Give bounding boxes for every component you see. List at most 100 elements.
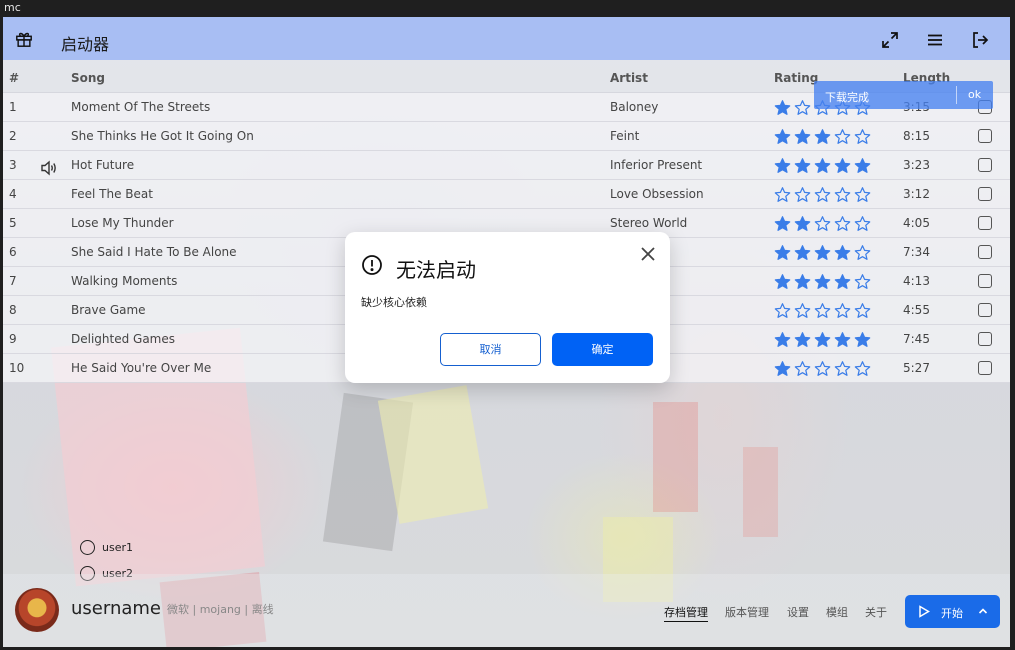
table-row[interactable]: 2 She Thinks He Got It Going On Feint 8:15 (3, 122, 1010, 151)
chevron-up-icon[interactable] (977, 605, 989, 617)
star-outline-icon[interactable] (814, 186, 831, 203)
star-outline-icon[interactable] (794, 360, 811, 377)
row-number: 1 (9, 100, 17, 114)
confirm-button[interactable]: 确定 (552, 333, 653, 366)
user-option[interactable]: user1 (80, 537, 133, 563)
star-filled-icon[interactable] (774, 273, 791, 290)
column-header-artist[interactable]: Artist (610, 60, 648, 96)
star-filled-icon[interactable] (794, 215, 811, 232)
row-checkbox[interactable] (978, 245, 992, 259)
star-filled-icon[interactable] (834, 331, 851, 348)
star-rating[interactable] (774, 267, 871, 296)
star-filled-icon[interactable] (814, 128, 831, 145)
table-row[interactable]: 3 Hot Future Inferior Present 3:23 (3, 151, 1010, 180)
row-number: 10 (9, 361, 25, 375)
app-window: 启动器 # Song Artist Rating Length 1 Moment… (3, 17, 1010, 647)
star-outline-icon[interactable] (854, 244, 871, 261)
radio-button[interactable] (80, 540, 95, 555)
start-button[interactable]: 开始 (905, 595, 1000, 628)
star-outline-icon[interactable] (794, 186, 811, 203)
song-title: Delighted Games (71, 332, 176, 346)
row-checkbox[interactable] (978, 361, 992, 375)
row-checkbox[interactable] (978, 129, 992, 143)
star-filled-icon[interactable] (814, 273, 831, 290)
star-rating[interactable] (774, 238, 871, 267)
star-filled-icon[interactable] (794, 331, 811, 348)
star-rating[interactable] (774, 325, 871, 354)
nav-about[interactable]: 关于 (865, 604, 887, 620)
star-rating[interactable] (774, 151, 871, 180)
star-outline-icon[interactable] (794, 302, 811, 319)
star-outline-icon[interactable] (814, 215, 831, 232)
star-filled-icon[interactable] (774, 331, 791, 348)
cancel-button[interactable]: 取消 (440, 333, 541, 366)
avatar[interactable] (15, 588, 59, 632)
row-checkbox[interactable] (978, 274, 992, 288)
row-checkbox[interactable] (978, 332, 992, 346)
star-rating[interactable] (774, 122, 871, 151)
star-filled-icon[interactable] (794, 244, 811, 261)
star-filled-icon[interactable] (814, 331, 831, 348)
star-filled-icon[interactable] (774, 215, 791, 232)
star-filled-icon[interactable] (794, 273, 811, 290)
star-filled-icon[interactable] (814, 157, 831, 174)
app-header: 启动器 (3, 17, 1010, 60)
notification-ok-button[interactable]: ok (968, 88, 981, 101)
star-outline-icon[interactable] (774, 186, 791, 203)
logout-icon[interactable] (970, 30, 990, 50)
nav-version-management[interactable]: 版本管理 (725, 604, 769, 620)
star-outline-icon[interactable] (814, 302, 831, 319)
expand-icon[interactable] (880, 30, 900, 50)
column-header-song[interactable]: Song (71, 60, 105, 96)
star-outline-icon[interactable] (834, 302, 851, 319)
table-row[interactable]: 4 Feel The Beat Love Obsession 3:12 (3, 180, 1010, 209)
star-outline-icon[interactable] (794, 99, 811, 116)
star-outline-icon[interactable] (814, 360, 831, 377)
star-outline-icon[interactable] (774, 302, 791, 319)
star-filled-icon[interactable] (854, 331, 871, 348)
nav-mods[interactable]: 模组 (826, 604, 848, 620)
row-checkbox[interactable] (978, 216, 992, 230)
song-length: 4:13 (903, 274, 930, 288)
star-outline-icon[interactable] (854, 215, 871, 232)
row-checkbox[interactable] (978, 187, 992, 201)
star-outline-icon[interactable] (854, 128, 871, 145)
row-checkbox[interactable] (978, 158, 992, 172)
star-rating[interactable] (774, 354, 871, 383)
star-rating[interactable] (774, 296, 871, 325)
star-outline-icon[interactable] (854, 273, 871, 290)
star-filled-icon[interactable] (834, 157, 851, 174)
column-header-number[interactable]: # (9, 60, 19, 96)
star-filled-icon[interactable] (774, 157, 791, 174)
column-header-rating[interactable]: Rating (774, 60, 818, 96)
star-outline-icon[interactable] (834, 360, 851, 377)
nav-settings[interactable]: 设置 (787, 604, 809, 620)
background-decoration (743, 447, 778, 537)
star-outline-icon[interactable] (854, 186, 871, 203)
star-filled-icon[interactable] (774, 99, 791, 116)
star-filled-icon[interactable] (834, 244, 851, 261)
star-rating[interactable] (774, 180, 871, 209)
row-checkbox[interactable] (978, 303, 992, 317)
star-filled-icon[interactable] (814, 244, 831, 261)
song-length: 4:05 (903, 216, 930, 230)
star-filled-icon[interactable] (774, 244, 791, 261)
star-outline-icon[interactable] (834, 215, 851, 232)
star-outline-icon[interactable] (854, 302, 871, 319)
star-rating[interactable] (774, 209, 871, 238)
close-icon[interactable] (636, 242, 660, 266)
star-filled-icon[interactable] (794, 157, 811, 174)
star-outline-icon[interactable] (834, 128, 851, 145)
nav-save-management[interactable]: 存档管理 (664, 604, 708, 622)
hamburger-icon[interactable] (925, 30, 945, 50)
window-title: mc (0, 0, 1015, 17)
star-filled-icon[interactable] (794, 128, 811, 145)
star-filled-icon[interactable] (774, 128, 791, 145)
song-length: 4:55 (903, 303, 930, 317)
star-filled-icon[interactable] (834, 273, 851, 290)
row-number: 5 (9, 216, 17, 230)
star-outline-icon[interactable] (854, 360, 871, 377)
star-filled-icon[interactable] (854, 157, 871, 174)
star-filled-icon[interactable] (774, 360, 791, 377)
star-outline-icon[interactable] (834, 186, 851, 203)
